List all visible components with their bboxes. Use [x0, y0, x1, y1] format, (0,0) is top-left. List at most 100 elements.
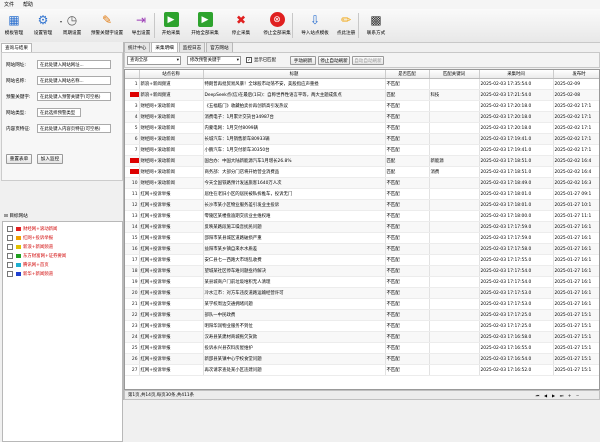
prev-page-icon[interactable]: ◀ [542, 392, 549, 399]
toolbar-button[interactable]: ⊗ 停止全部采集 [258, 11, 296, 40]
cell-pub: 2025-02-02 16:4 [553, 155, 599, 167]
target-site-item[interactable]: 腾讯网+首页 [7, 261, 49, 269]
field-input[interactable]: 在此处键入网站名称... [37, 76, 111, 85]
table-row[interactable]: 财经网+滚动新闻 国台办：中国大陆新能源汽车1月增长26.8% 匹配 新能源 2025-… [125, 155, 599, 167]
toolbar-button[interactable]: ▩ 联系方式 [364, 11, 388, 40]
column-header[interactable]: 站点名称 [139, 70, 204, 79]
mode-select[interactable]: 修改预警关键字 ▾ [187, 56, 241, 65]
tab-query-results[interactable]: 查询与结果 [1, 43, 32, 52]
column-header[interactable]: 采集时间 [479, 70, 554, 79]
table-row[interactable]: 19 红网+投诉举报 某县城商户门前垃圾堆积无人清理 不匹配 2025-02-03 17… [125, 276, 599, 288]
toolbar-button[interactable]: ◷ 周期设置 [60, 11, 84, 40]
toolbar-button[interactable]: ⇥ 导出设置 [128, 11, 154, 40]
table-row[interactable]: 25 红网+投诉举报 投诉永兴县衣料房屋维护 不匹配 2025-02-03 17:16:… [125, 342, 599, 354]
first-page-icon[interactable]: ⏮ [534, 392, 541, 399]
menu-item[interactable]: 文件 [4, 1, 14, 8]
field-input[interactable]: 在此处键入网站网址... [37, 60, 111, 69]
toolbar-button[interactable]: ✎ 预警关键字设置 [88, 11, 126, 40]
table-row[interactable]: 15 红网+投诉举报 邵阳市某县城区道路破损严重 不匹配 2025-02-03 17:1… [125, 232, 599, 244]
toolbar-button[interactable]: ✏ 点此注册 [334, 11, 358, 40]
last-page-icon[interactable]: ⏭ [558, 392, 565, 399]
target-site-item[interactable]: 红网+投诉举报 [7, 234, 53, 242]
right-panel: 统计中心 采集明细 监控日志 官方网站 查询全部 ▾ 修改预警关键字 ▾ ✓ 显示已匹配 … [124, 42, 600, 400]
table-row[interactable]: 财经网+滚动新闻 商务部：大部分门店将开始营业消费品 匹配 消费 2025-02-03 … [125, 166, 599, 178]
table-row[interactable]: 24 红网+投诉举报 汉寿县某建材商城拖欠货款 不匹配 2025-02-03 17:16… [125, 331, 599, 343]
table-row[interactable]: 1 新浪+新闻频道 特朗普再批贸易风暴！全球股市动荡不安，美股指应声重挫 不匹配 202… [125, 78, 599, 90]
cell-kw [429, 144, 480, 156]
cell-n: 5 [125, 122, 140, 134]
toolbar-button[interactable]: ⇩ 导入站点模板 [298, 11, 332, 40]
remove-icon[interactable]: − [574, 392, 581, 399]
cell-n: 17 [125, 254, 140, 266]
table-row[interactable]: 13 红网+投诉举报 零陵区某楼盘逾期交房业主维权难 不匹配 2025-02-03 17… [125, 210, 599, 222]
table-row[interactable]: 26 红网+投诉举报 新邵县某镇中心学校食堂问题 不匹配 2025-02-03 17:1… [125, 353, 599, 365]
table-row[interactable]: 新浪+新闻频道 DeepSeek点(信)在最后(1日)：自称世界性语言平等，两大主… [125, 89, 599, 101]
table-row[interactable]: 20 红网+投诉举报 冷水江市：对方车违反道路运输经营许可 不匹配 2025-02-03… [125, 287, 599, 299]
table-row[interactable]: 23 红网+投诉举报 明阳华润物业服务不到位 不匹配 2025-02-03 17:17:… [125, 320, 599, 332]
tab-0[interactable]: 统计中心 [124, 42, 151, 52]
column-header[interactable]: 发布时 [553, 70, 599, 79]
toolbar-button[interactable]: ▶ 开始全部采集 [186, 11, 224, 40]
checkbox-icon[interactable] [7, 262, 13, 268]
checkbox-icon[interactable] [7, 235, 13, 241]
table-row[interactable]: 12 红网+投诉举报 长沙市某小区物业服务差引发业主投诉 不匹配 2025-02-03 … [125, 199, 599, 211]
target-site-item[interactable]: 新浪+新闻频道 [7, 243, 53, 251]
add-monitor-button[interactable]: 加入监控 [37, 154, 63, 164]
table-row[interactable]: 11 红网+投诉举报 居住在老旧小区的居民被私拆推车，投诉无门 不匹配 2025-02-… [125, 188, 599, 200]
reset-form-button[interactable]: 重置表单 [6, 154, 32, 164]
table-row[interactable]: 27 红网+投诉举报 再次请求查处某小区违建问题 不匹配 2025-02-03 17:1… [125, 364, 599, 376]
table-row[interactable]: 7 财经网+滚动新闻 小鹏汽车：1月交付新车30350台 不匹配 2025-02-03 … [125, 144, 599, 156]
checkbox-icon[interactable] [7, 226, 13, 232]
export-icon: ⇥ [135, 12, 147, 27]
table-row[interactable]: 18 红网+投诉举报 望城某社区停车难问题亟待解决 不匹配 2025-02-03 17:… [125, 265, 599, 277]
tab-2[interactable]: 监控日志 [178, 42, 206, 52]
checkbox-icon[interactable] [7, 253, 13, 259]
target-site-item[interactable]: 财经网+滚动新闻 [7, 225, 57, 233]
toolbar-button[interactable]: ▶ 开始采集 [160, 11, 182, 40]
cell-match: 不匹配 [385, 309, 430, 321]
cell-n: 12 [125, 199, 140, 211]
table-row[interactable]: 16 红网+投诉举报 益阳市某乡镇自来水水质差 不匹配 2025-02-03 17:17… [125, 243, 599, 255]
field-input[interactable]: 在此选择预警类型 [37, 108, 81, 117]
field-input[interactable]: 在此处键入内容页特征(可空格) [37, 124, 111, 133]
toolbar-label: 停止采集 [231, 31, 251, 36]
table-row[interactable]: 6 财经网+滚动新闻 长城汽车：1月销售新车80933辆 不匹配 2025-02-03 … [125, 133, 599, 145]
site-select[interactable]: 查询全部 ▾ [127, 56, 181, 65]
cell-kw [429, 309, 480, 321]
column-header[interactable]: 是否匹配 [385, 70, 430, 79]
table-row[interactable]: 4 财经网+滚动新闻 消费电子：1月累计交货台34987台 不匹配 2025-02-03… [125, 111, 599, 123]
table-row[interactable]: 3 财经网+滚动新闻 《五福临门》收藏拍卖价再创新高引发热议 不匹配 2025-02-0… [125, 100, 599, 112]
toolbar-button[interactable]: ✖ 停止采集 [228, 11, 254, 40]
checkbox-icon[interactable] [7, 271, 13, 277]
checkbox-icon[interactable] [7, 244, 13, 250]
field-input[interactable]: 在此处键入预警关键字(可空格) [37, 92, 111, 101]
table-row[interactable]: 21 红网+投诉举报 某学校周边交通拥堵问题 不匹配 2025-02-03 17:17:… [125, 298, 599, 310]
column-header[interactable]: 标题 [203, 70, 386, 79]
add-icon[interactable]: + [566, 392, 573, 399]
toolbar-button[interactable]: ▦ 模板管理 [2, 11, 26, 40]
cell-kw [429, 320, 480, 332]
tab-1[interactable]: 采集明细 [151, 42, 178, 52]
table-row[interactable]: 17 红网+投诉举报 安仁县七一西路大市场乱收费 不匹配 2025-02-03 17:1… [125, 254, 599, 266]
collapse-icon[interactable]: ⊟ [4, 214, 8, 219]
next-page-icon[interactable]: ▶ [550, 392, 557, 399]
menu-item[interactable]: 帮助 [23, 1, 33, 8]
table-row[interactable]: 10 财经网+滚动新闻 今天全国铁路预计发送旅客1640万人次 不匹配 2025-02-… [125, 177, 599, 189]
column-header[interactable] [125, 70, 140, 79]
table-row[interactable]: 5 财经网+滚动新闻 内蒙电网：1月交付8099辆 不匹配 2025-02-03 17:… [125, 122, 599, 134]
cell-pub: 2025-02-02 16:4 [553, 166, 599, 178]
show-matched-checkbox[interactable]: ✓ 显示已匹配 [246, 57, 276, 63]
target-site-item[interactable]: 东方财富网+证券要闻 [7, 252, 66, 260]
start-auto-refresh-button[interactable]: 自动自动刷新 [352, 56, 384, 65]
cell-pub: 2025-01-27 16:1 [553, 232, 599, 244]
stop-auto-refresh-button[interactable]: 停止自动刷新 [318, 56, 350, 65]
manual-refresh-button[interactable]: 手动刷新 [290, 56, 316, 65]
toolbar-button[interactable]: ⚙ 设置管理 ▾ [30, 11, 62, 40]
target-site-label: 新华+新闻频道 [23, 272, 54, 277]
tab-3[interactable]: 官方网站 [206, 42, 233, 52]
column-header[interactable]: 匹配关键词 [429, 70, 480, 79]
table-row[interactable]: 14 红网+投诉举报 反映某路段施工噪音扰民问题 不匹配 2025-02-03 17:1… [125, 221, 599, 233]
cell-site: 红网+投诉举报 [139, 342, 204, 354]
target-site-item[interactable]: 新华+新闻频道 [7, 270, 53, 278]
table-row[interactable]: 22 红网+投诉举报 部队一中民政费 不匹配 2025-02-03 17:17:25.0… [125, 309, 599, 321]
